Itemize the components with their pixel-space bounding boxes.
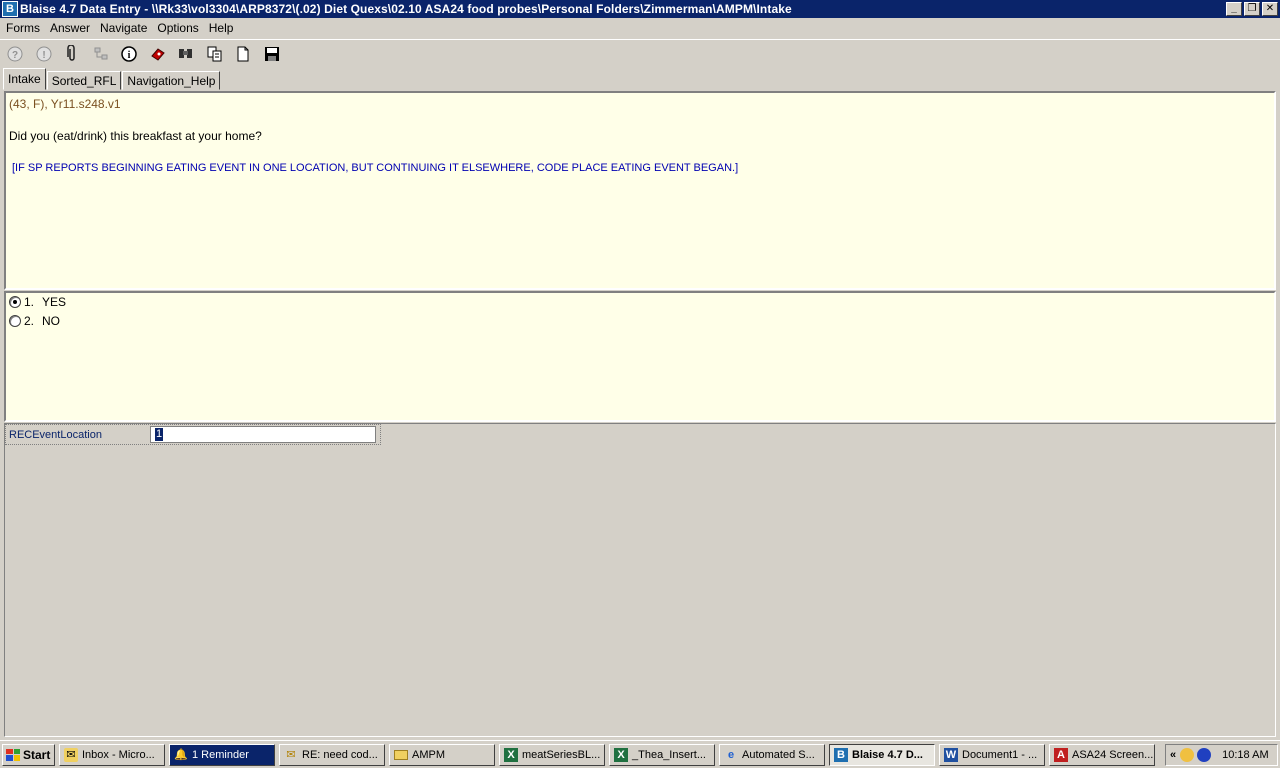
menu-navigate[interactable]: Navigate — [95, 21, 152, 35]
question-meta: (43, F), Yr11.s248.v1 — [9, 97, 121, 111]
window-title: Blaise 4.7 Data Entry - \\Rk33\vol3304\A… — [20, 2, 792, 16]
word-icon: W — [944, 747, 958, 762]
answer-panel: 1. YES 2. NO — [4, 291, 1276, 422]
option-no[interactable]: 2. NO — [9, 314, 60, 328]
bell-icon: 🔔 — [174, 748, 188, 761]
option-yes-radio[interactable] — [9, 296, 21, 308]
tab-intake[interactable]: Intake — [3, 68, 46, 90]
new-form-button[interactable] — [232, 43, 254, 65]
ie-icon: e — [727, 748, 735, 761]
new-form-icon — [237, 46, 249, 61]
start-button[interactable]: Start — [2, 743, 55, 766]
taskbar-item-inbox[interactable]: ✉ Inbox - Micro... — [59, 743, 165, 766]
remark-button[interactable]: ! — [33, 43, 55, 65]
pdf-icon: A — [1054, 747, 1068, 762]
find-icon — [179, 48, 192, 58]
field-input[interactable]: 1 — [150, 426, 376, 443]
copy-icon — [207, 46, 221, 61]
taskbar-item-meatseries[interactable]: X meatSeriesBL... — [499, 743, 605, 766]
menu-help[interactable]: Help — [204, 21, 239, 35]
watch-button[interactable] — [147, 43, 169, 65]
taskbar-item-asa24[interactable]: A ASA24 Screen... — [1049, 743, 1155, 766]
tab-strip: Intake Sorted_RFL Navigation_Help — [0, 68, 1280, 90]
option-yes-number: 1. — [24, 295, 35, 309]
svg-text:!: ! — [42, 50, 45, 61]
taskbar-item-reminder[interactable]: 🔔 1 Reminder — [169, 743, 275, 766]
outlook-icon: ✉ — [64, 747, 78, 762]
taskbar-item-blaise[interactable]: B Blaise 4.7 D... — [829, 743, 935, 766]
restore-button[interactable]: ❐ — [1244, 2, 1260, 16]
window-controls: _ ❐ ✕ — [1226, 2, 1278, 16]
option-yes-label: YES — [42, 295, 67, 309]
option-no-number: 2. — [24, 314, 35, 328]
watch-icon — [150, 47, 165, 61]
excel-icon: X — [504, 747, 518, 762]
taskbar-item-label: ASA24 Screen... — [1072, 748, 1154, 761]
taskbar-item-label: RE: need cod... — [302, 748, 378, 761]
find-button[interactable] — [175, 43, 197, 65]
attachment-icon — [67, 44, 75, 61]
info-button[interactable]: i — [118, 43, 140, 65]
minimize-button[interactable]: _ — [1226, 2, 1242, 16]
taskbar-item-mail[interactable]: ✉ RE: need cod... — [279, 743, 385, 766]
copy-button[interactable] — [204, 43, 226, 65]
info-icon: i — [121, 45, 137, 62]
help-button[interactable]: ? — [4, 43, 26, 65]
field-label: RECEventLocation — [9, 428, 102, 441]
start-label: Start — [23, 747, 51, 762]
clock[interactable]: 10:18 AM — [1222, 749, 1268, 761]
taskbar-item-label: AMPM — [412, 748, 445, 761]
question-text: Did you (eat/drink) this breakfast at yo… — [9, 129, 262, 143]
title-bar: B Blaise 4.7 Data Entry - \\Rk33\vol3304… — [0, 0, 1280, 18]
option-no-radio[interactable] — [9, 315, 21, 327]
form-page-area — [4, 423, 1276, 737]
excel-icon: X — [614, 747, 628, 762]
mail-icon: ✉ — [286, 748, 296, 761]
taskbar-item-ampm[interactable]: AMPM — [389, 743, 495, 766]
system-tray: « 10:18 AM — [1165, 743, 1278, 766]
field-value[interactable]: 1 — [155, 428, 164, 441]
taskbar-item-label: 1 Reminder — [192, 748, 249, 761]
taskbar-item-label: meatSeriesBL... — [522, 748, 601, 761]
taskbar-item-label: Inbox - Micro... — [82, 748, 155, 761]
windows-flag-icon — [6, 748, 20, 761]
svg-text:i: i — [128, 50, 131, 61]
close-button[interactable]: ✕ — [1262, 2, 1278, 16]
question-panel: (43, F), Yr11.s248.v1 Did you (eat/drink… — [4, 91, 1276, 290]
option-no-label: NO — [42, 314, 61, 328]
menu-answer[interactable]: Answer — [45, 21, 95, 35]
tab-navigation-help[interactable]: Navigation_Help — [122, 71, 221, 90]
taskbar: Start ✉ Inbox - Micro... 🔔 1 Reminder ✉ … — [0, 740, 1280, 768]
taskbar-item-automated[interactable]: e Automated S... — [719, 743, 825, 766]
blaise-icon: B — [834, 747, 848, 762]
taskbar-item-document1[interactable]: W Document1 - ... — [939, 743, 1045, 766]
network-tray-icon[interactable] — [1197, 747, 1212, 762]
taskbar-item-thea-insert[interactable]: X _Thea_Insert... — [609, 743, 715, 766]
menu-forms[interactable]: Forms — [1, 21, 45, 35]
network-button[interactable] — [90, 43, 112, 65]
taskbar-item-label: Automated S... — [742, 748, 815, 761]
toolbar: ? ! i — [0, 39, 1280, 67]
menu-bar: Forms Answer Navigate Options Help — [0, 18, 1280, 38]
folder-icon — [394, 749, 408, 760]
option-yes[interactable]: 1. YES — [9, 295, 66, 309]
tab-sorted-rfl[interactable]: Sorted_RFL — [46, 71, 122, 90]
taskbar-item-label: Blaise 4.7 D... — [852, 748, 923, 761]
menu-options[interactable]: Options — [152, 21, 203, 35]
taskbar-item-label: _Thea_Insert... — [632, 748, 706, 761]
taskbar-item-label: Document1 - ... — [962, 748, 1038, 761]
svg-text:?: ? — [12, 50, 18, 61]
remark-icon: ! — [36, 46, 51, 61]
blaise-app-icon[interactable]: B — [2, 1, 18, 17]
outlook-tray-icon[interactable] — [1180, 747, 1195, 762]
question-instruction: [IF SP REPORTS BEGINNING EATING EVENT IN… — [12, 162, 739, 174]
save-button[interactable] — [261, 43, 283, 65]
tray-expand-button[interactable]: « — [1170, 749, 1176, 761]
help-icon: ? — [7, 46, 23, 61]
network-icon — [94, 47, 107, 59]
attachment-button[interactable] — [61, 43, 83, 65]
save-icon — [264, 46, 279, 61]
field-row-receventlocation[interactable]: RECEventLocation 1 — [5, 424, 381, 445]
